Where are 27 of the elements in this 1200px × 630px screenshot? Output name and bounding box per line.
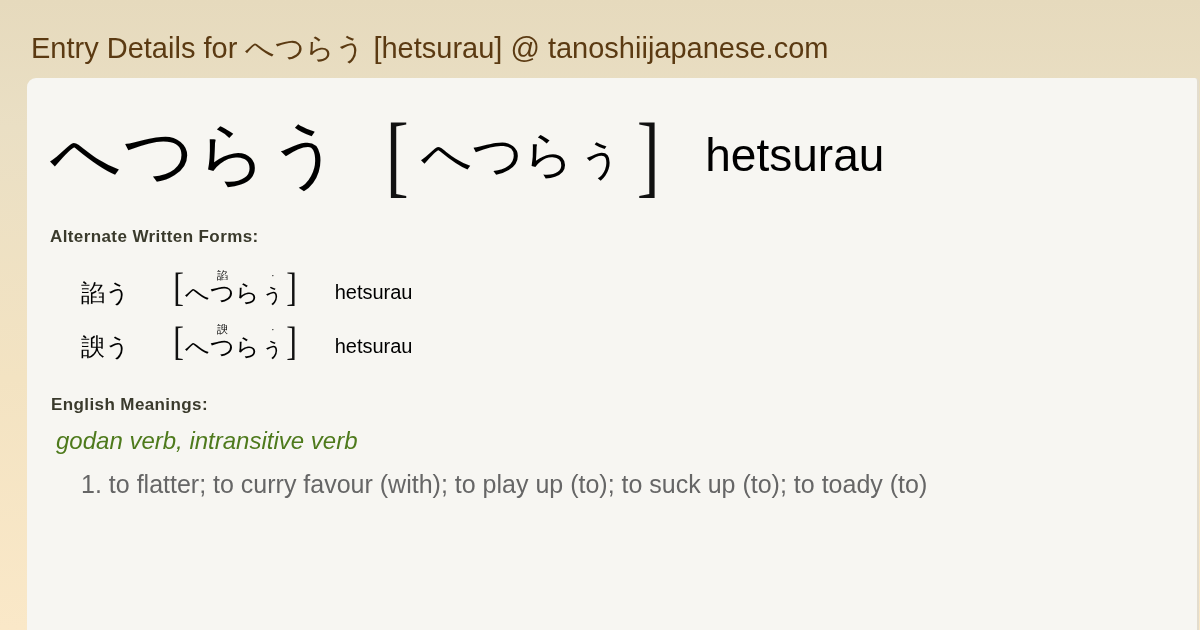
sense-number: 1. [81,470,102,499]
furigana-text: 諂 [217,269,229,281]
entry-word: へつらう [50,120,342,190]
reading-kana: へつら [185,281,261,305]
closing-bracket: ] [286,322,298,362]
part-of-speech: godan verb, intransitive verb [56,427,358,455]
opening-bracket: [ [173,268,184,308]
opening-bracket: [ [173,322,184,362]
written-form: 諛う [81,335,131,359]
written-form: 諂う [81,281,131,305]
closing-bracket: ] [636,109,660,201]
reading-kana: ぅ [260,281,286,305]
sense-text: to flatter; to curry favour (with); to play up (to); to suck up (to); to toady (to) [108,470,928,499]
form-romaji: hetsurau [334,335,413,358]
section-heading: English Meanings: [51,395,208,415]
entry-reading: へつらぅ [420,130,625,180]
entry-romaji: hetsurau [705,132,885,178]
furigana-text: · [271,269,275,281]
closing-bracket: ] [286,268,298,308]
page-title: Entry Details for へつらう [hetsurau] @ tanoshiijapanese.com [31,33,829,63]
reading-kana: ぅ [260,335,286,359]
opening-bracket: [ [385,109,409,201]
reading-kana: へつら [185,335,261,359]
furigana-text: 諛 [217,323,229,335]
section-heading: Alternate Written Forms: [50,227,259,247]
form-romaji: hetsurau [334,281,413,304]
furigana-text: · [271,323,275,335]
